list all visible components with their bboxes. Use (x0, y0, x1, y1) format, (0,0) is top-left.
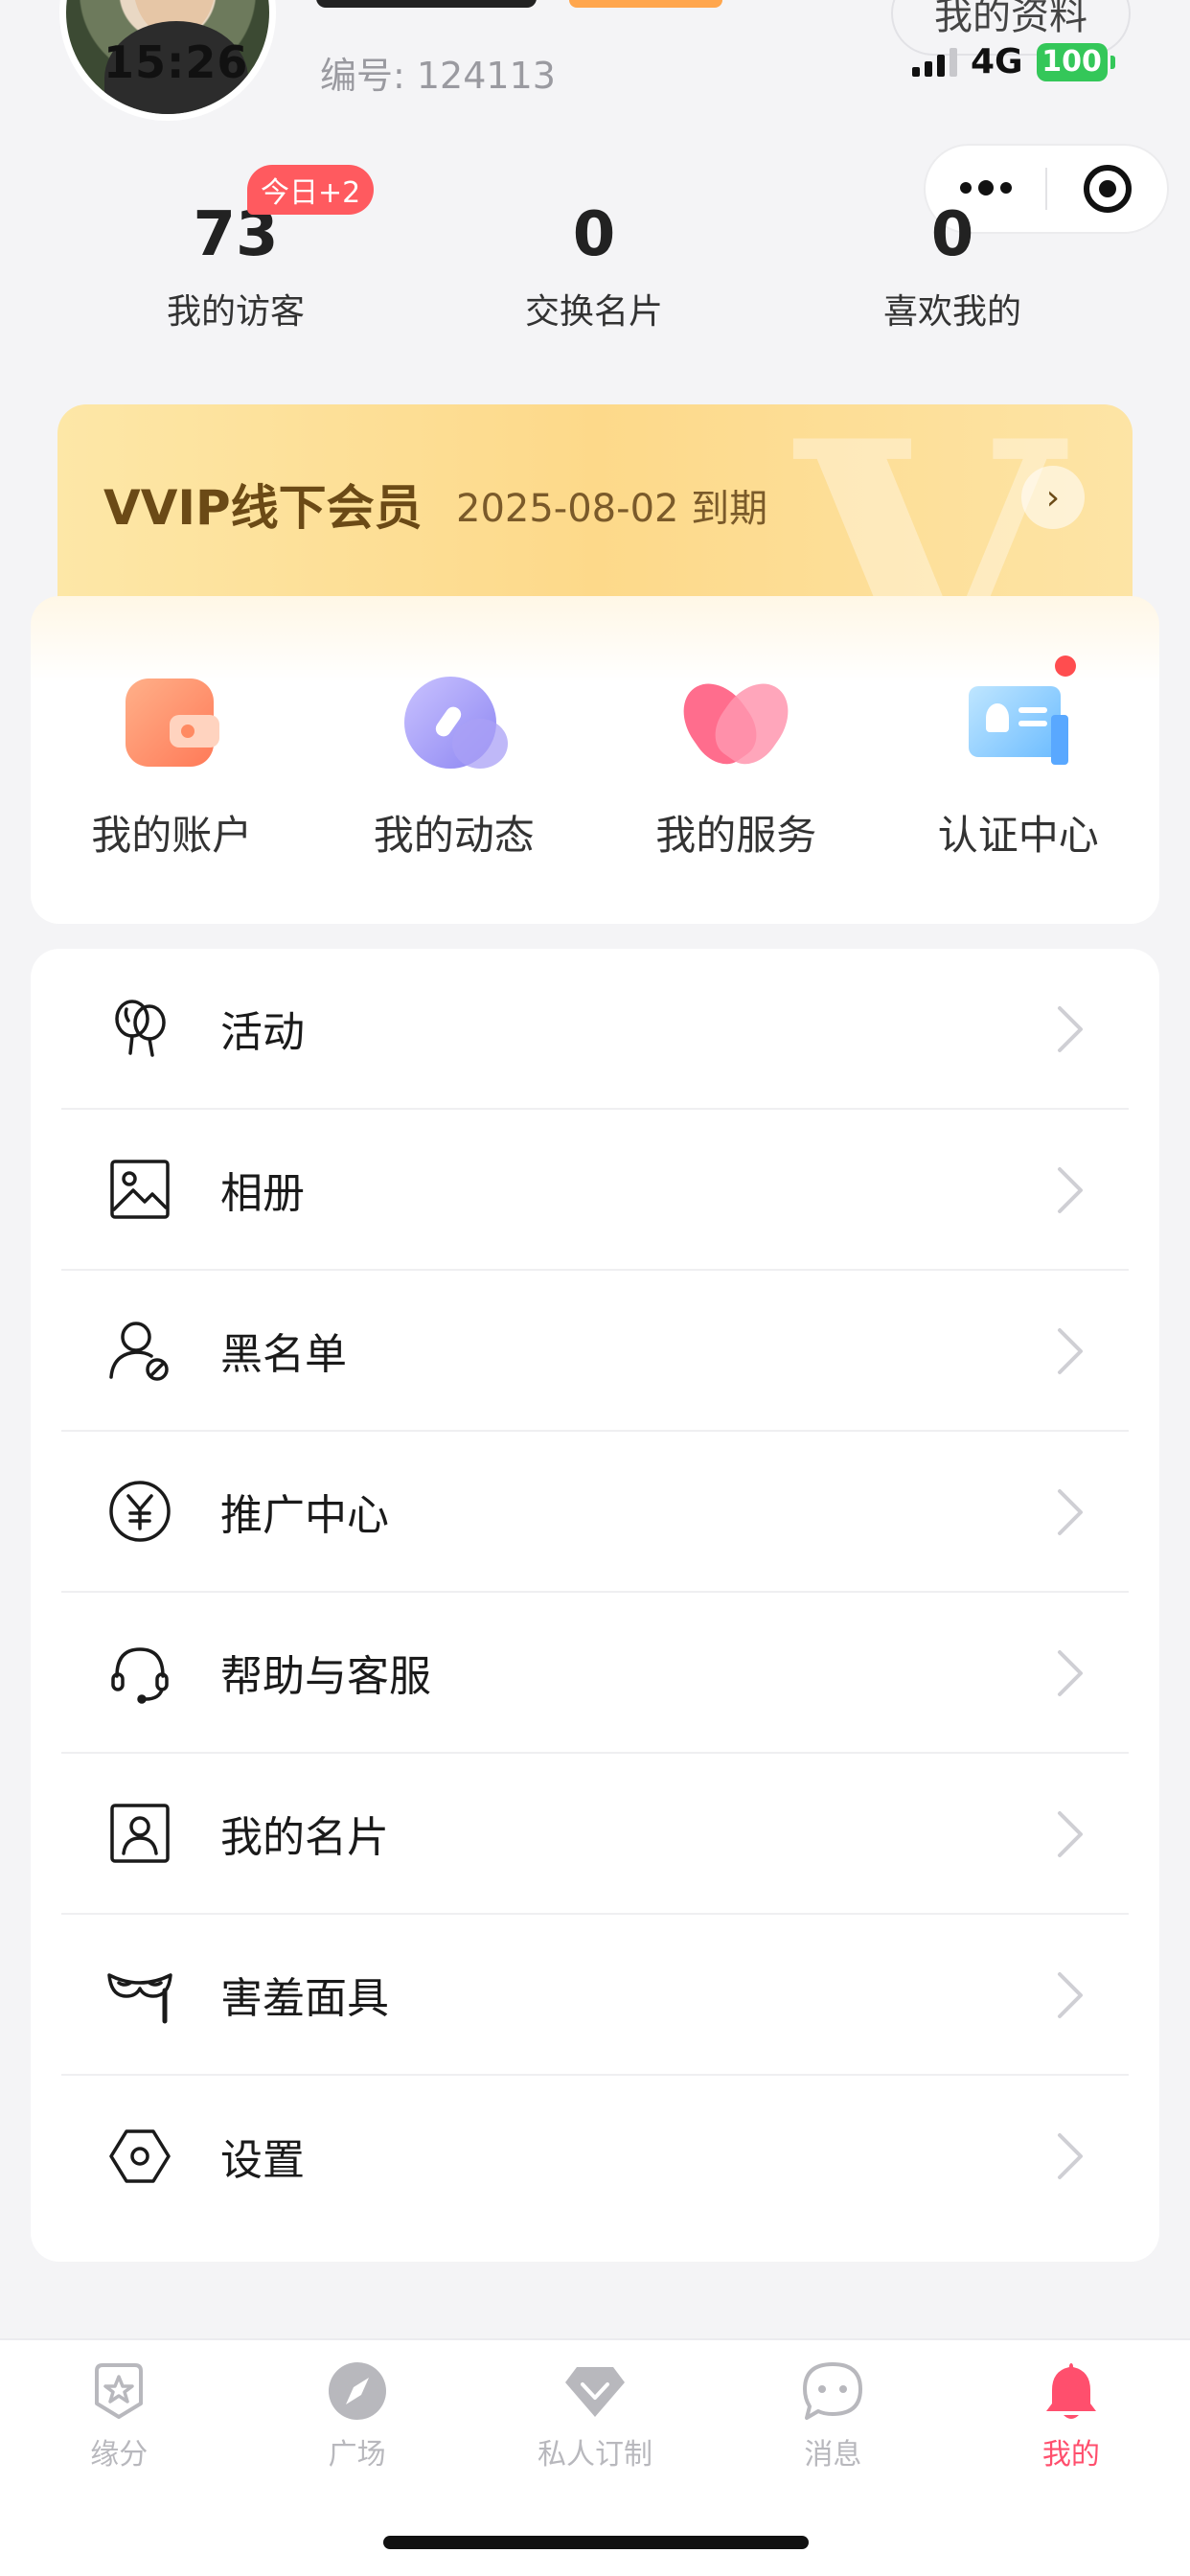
menu-item-label: 帮助与客服 (220, 1652, 431, 1701)
heart-icon (669, 670, 803, 775)
chevron-right-icon (1058, 2133, 1083, 2179)
stat-exchange-cards[interactable]: 0 交换名片 (450, 201, 738, 334)
quick-item-account[interactable]: 我的账户 (31, 677, 313, 924)
tab-fate[interactable]: 缘分 (0, 2340, 238, 2576)
quick-item-label: 认证中心 (937, 812, 1099, 859)
chevron-right-icon (1058, 1167, 1083, 1213)
menu-item-label: 设置 (220, 2136, 305, 2185)
quick-item-label: 我的服务 (655, 812, 817, 859)
id-card-icon (105, 1799, 174, 1868)
quick-entries: 我的账户 我的动态 我的服务 认证中心 (31, 596, 1159, 924)
bell-icon (1038, 2358, 1105, 2425)
chevron-right-icon (1058, 1811, 1083, 1857)
quick-item-services[interactable]: 我的服务 (595, 670, 878, 924)
tab-label: 缘分 (90, 2438, 149, 2472)
balloon-icon (105, 994, 174, 1063)
nickname (316, 0, 537, 8)
user-block-icon (105, 1316, 174, 1385)
vip-banner[interactable]: V VVIP线下会员 2025-08-02 到期 › (57, 404, 1133, 606)
compass-icon (324, 2358, 391, 2425)
tab-label: 消息 (804, 2438, 862, 2472)
home-indicator[interactable] (383, 2536, 809, 2549)
tab-label: 私人订制 (538, 2438, 653, 2472)
vip-title: VVIP线下会员 (103, 480, 423, 536)
menu-item-label: 推广中心 (220, 1491, 389, 1540)
quick-item-label: 我的账户 (91, 812, 253, 859)
today-visitors-badge: 今日+2 (247, 165, 375, 215)
more-icon[interactable] (926, 180, 1045, 196)
menu-item-help[interactable]: 帮助与客服 (61, 1593, 1129, 1754)
wallet-icon (122, 677, 221, 772)
chevron-right-icon (1058, 1006, 1083, 1052)
chevron-right-icon (1058, 1650, 1083, 1696)
menu-item-business-card[interactable]: 我的名片 (61, 1754, 1129, 1915)
stat-value: 0 (572, 199, 616, 270)
tab-label: 我的 (1041, 2438, 1100, 2472)
stat-likes[interactable]: 0 喜欢我的 (809, 201, 1096, 334)
chat-icon (799, 2358, 866, 2425)
menu-item-settings[interactable]: 设置 (61, 2076, 1129, 2237)
headset-icon (105, 1638, 174, 1707)
hexagon-settings-icon (105, 2122, 174, 2191)
menu-item-shy-mask[interactable]: 害羞面具 (61, 1915, 1129, 2076)
vip-expire-date: 2025-08-02 到期 (456, 487, 768, 531)
menu-item-label: 活动 (220, 1008, 305, 1057)
status-time: 15:26 (103, 36, 249, 88)
vip-tag (569, 0, 722, 8)
menu-item-album[interactable]: 相册 (61, 1110, 1129, 1271)
menu-item-activity[interactable]: 活动 (61, 949, 1129, 1110)
quick-item-certification[interactable]: 认证中心 (878, 656, 1160, 924)
yen-icon (105, 1477, 174, 1546)
image-icon (105, 1155, 174, 1224)
stat-value: 0 (930, 199, 974, 270)
menu-item-blacklist[interactable]: 黑名单 (61, 1271, 1129, 1432)
tab-mine[interactable]: 我的 (952, 2340, 1190, 2576)
tab-label: 广场 (328, 2438, 386, 2472)
menu-item-label: 害羞面具 (220, 1974, 389, 2023)
menu-item-promotion[interactable]: 推广中心 (61, 1432, 1129, 1593)
signal-icon (912, 47, 957, 77)
compass-icon (403, 677, 508, 772)
chevron-right-icon (1058, 1489, 1083, 1535)
stat-label: 我的访客 (166, 292, 305, 332)
chevron-right-icon (1058, 1328, 1083, 1374)
mask-icon (105, 1960, 174, 2029)
status-bar-right: 4G 100 (912, 42, 1115, 81)
notification-dot (1054, 656, 1076, 677)
quick-item-label: 我的动态 (373, 812, 535, 859)
menu-item-label: 我的名片 (220, 1813, 389, 1862)
star-badge-icon (85, 2358, 152, 2425)
user-id: 编号: 124113 (320, 55, 556, 97)
battery-icon: 100 (1036, 42, 1115, 81)
menu-list: 活动 相册 黑名单 推广中心 帮助与客服 我的名片 害羞面具 设置 (31, 949, 1159, 2262)
menu-item-label: 黑名单 (220, 1330, 347, 1379)
menu-item-label: 相册 (220, 1169, 305, 1218)
network-type: 4G (971, 42, 1023, 81)
diamond-icon (561, 2358, 629, 2425)
stat-label: 交换名片 (524, 292, 663, 332)
chevron-right-icon[interactable]: › (1021, 466, 1085, 529)
quick-item-moments[interactable]: 我的动态 (313, 677, 596, 924)
certificate-icon (968, 656, 1076, 772)
stat-label: 喜欢我的 (882, 292, 1021, 332)
chevron-right-icon (1058, 1972, 1083, 2018)
stat-visitors[interactable]: 73 我的访客 (92, 201, 379, 334)
